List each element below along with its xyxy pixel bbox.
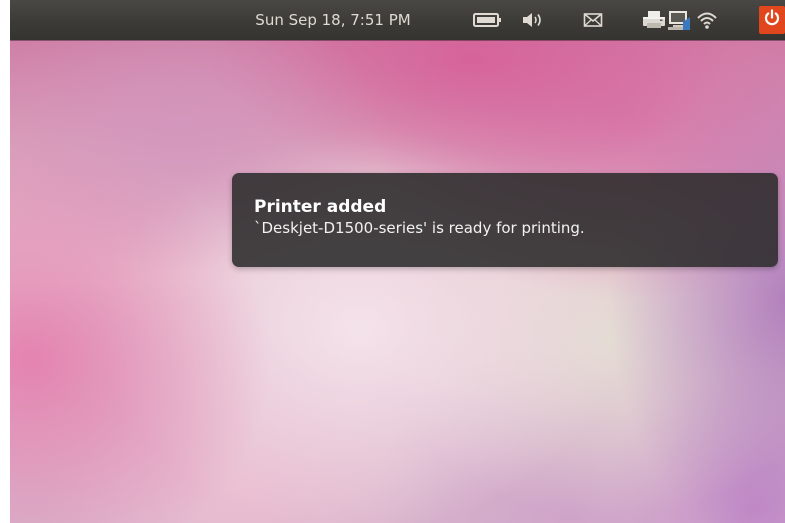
wifi-icon[interactable] [692, 0, 722, 40]
screen: Sun Sep 18, 7:51 PM Printer added `Deskj… [10, 0, 785, 523]
power-icon [763, 9, 781, 31]
notification-title: Printer added [254, 197, 387, 217]
printer-icon[interactable] [640, 0, 668, 40]
top-panel: Sun Sep 18, 7:51 PM [10, 0, 785, 40]
volume-icon[interactable] [515, 0, 549, 40]
mail-icon[interactable] [577, 0, 609, 40]
notification-bubble: Printer added `Deskjet-D1500-series' is … [232, 173, 778, 267]
notification-body: `Deskjet-D1500-series' is ready for prin… [254, 219, 585, 237]
battery-icon[interactable] [466, 0, 510, 40]
network-icon[interactable] [666, 0, 692, 40]
clock-indicator[interactable]: Sun Sep 18, 7:51 PM [223, 0, 443, 40]
session-menu-button[interactable] [759, 6, 785, 34]
desktop-wallpaper [10, 40, 785, 523]
